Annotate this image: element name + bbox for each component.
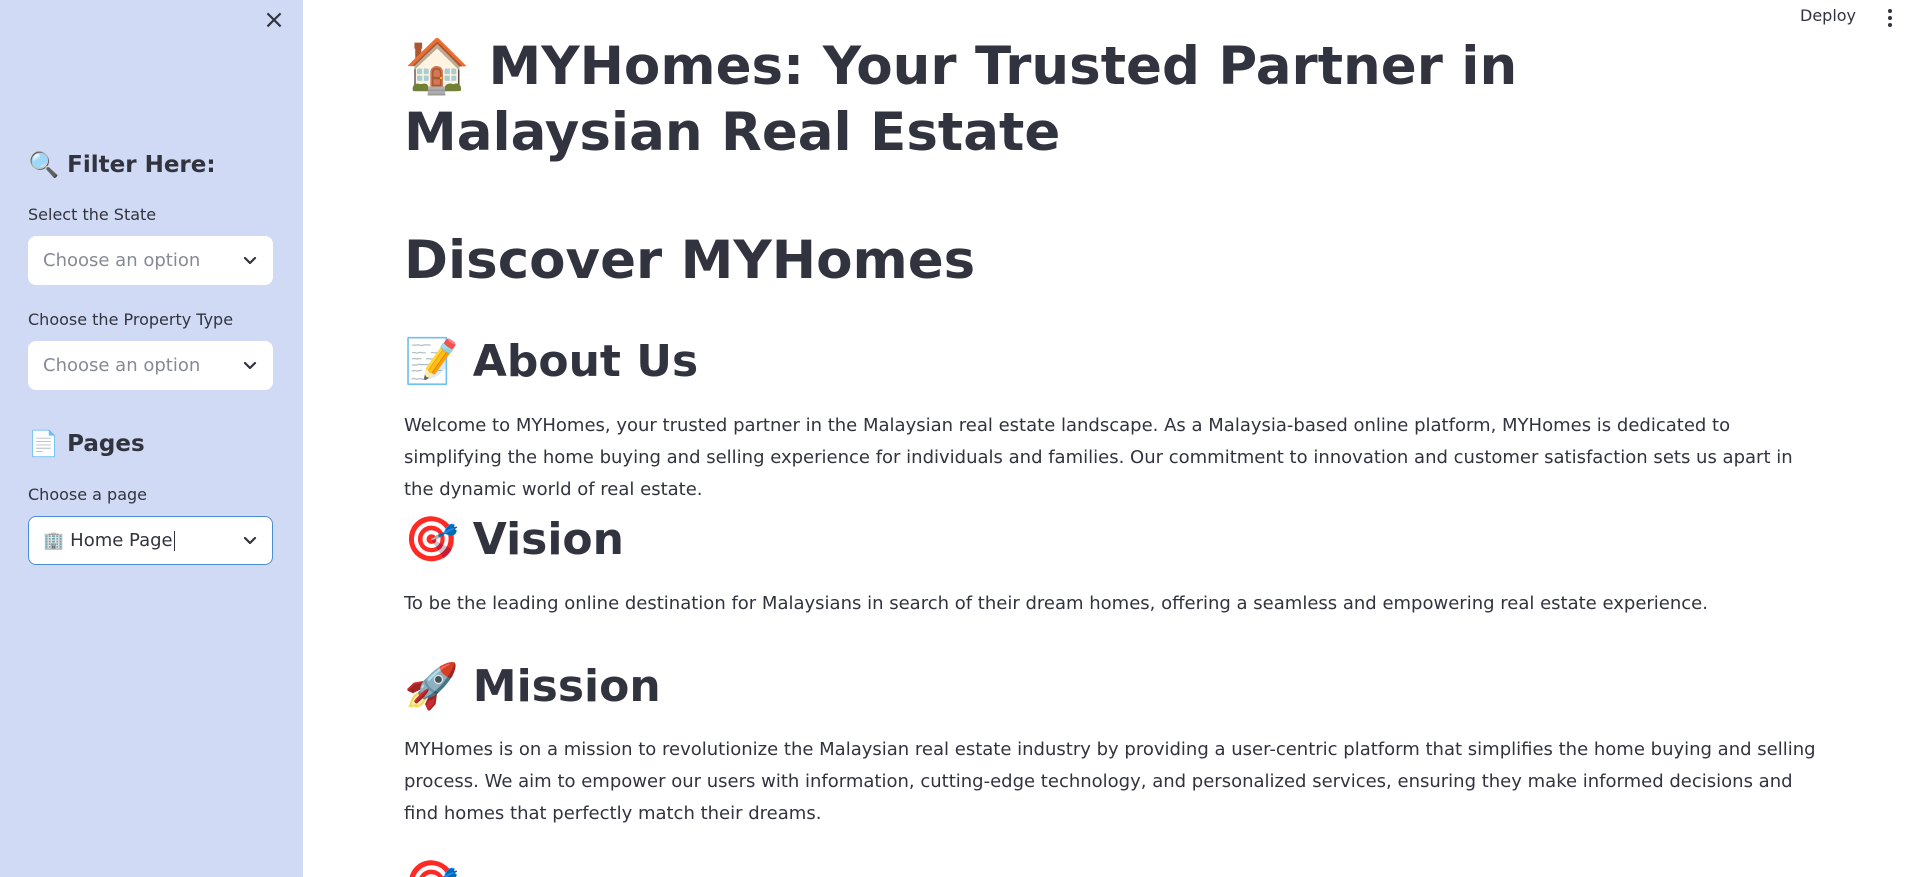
discover-heading: Discover MYHomes — [404, 230, 976, 291]
about-heading: 📝 About Us — [404, 335, 699, 388]
property-type-label: Choose the Property Type — [28, 310, 234, 329]
close-sidebar-button[interactable]: × — [262, 6, 286, 34]
vision-heading-text: Vision — [472, 513, 624, 565]
state-label: Select the State — [28, 205, 157, 224]
mission-heading: 🚀 Mission — [404, 660, 661, 713]
property-type-select-placeholder: Choose an option — [43, 355, 201, 376]
house-icon: 🏠 — [404, 36, 470, 97]
page-icon: 📄 — [28, 429, 60, 458]
page-title-text: MYHomes: Your Trusted Partner in Malaysi… — [404, 36, 1518, 163]
office-building-icon: 🏢 — [43, 530, 65, 551]
property-type-select[interactable]: Choose an option — [28, 341, 273, 390]
next-section-icon: 🎯 — [404, 862, 459, 877]
page-select-value: Home Page — [70, 530, 175, 551]
page-select-label: Choose a page — [28, 485, 148, 504]
main-menu-icon[interactable] — [1884, 6, 1896, 30]
filter-heading: 🔍 Filter Here: — [28, 150, 216, 180]
about-heading-text: About Us — [472, 335, 699, 387]
chevron-down-icon — [242, 253, 258, 269]
state-select[interactable]: Choose an option — [28, 236, 273, 285]
filter-heading-label: Filter Here: — [67, 152, 216, 178]
target-icon: 🎯 — [404, 514, 459, 565]
mission-heading-text: Mission — [472, 660, 661, 712]
chevron-down-icon — [242, 358, 258, 374]
page-title: 🏠 MYHomes: Your Trusted Partner in Malay… — [404, 34, 1824, 166]
memo-icon: 📝 — [404, 336, 459, 387]
vision-heading: 🎯 Vision — [404, 513, 624, 566]
state-select-placeholder: Choose an option — [43, 250, 201, 271]
search-icon: 🔍 — [28, 150, 60, 179]
about-paragraph: Welcome to MYHomes, your trusted partner… — [404, 415, 1793, 500]
chevron-down-icon — [242, 533, 258, 549]
deploy-button[interactable]: Deploy — [1800, 6, 1856, 25]
mission-paragraph: MYHomes is on a mission to revolutionize… — [404, 739, 1816, 824]
pages-heading: 📄 Pages — [28, 429, 145, 459]
close-icon: × — [263, 5, 285, 35]
page-select[interactable]: 🏢 Home Page — [28, 516, 273, 565]
rocket-icon: 🚀 — [404, 661, 459, 712]
vision-paragraph: To be the leading online destination for… — [404, 593, 1708, 614]
pages-heading-label: Pages — [67, 431, 145, 457]
sidebar: × 🔍 Filter Here: Select the State Choose… — [0, 0, 303, 877]
